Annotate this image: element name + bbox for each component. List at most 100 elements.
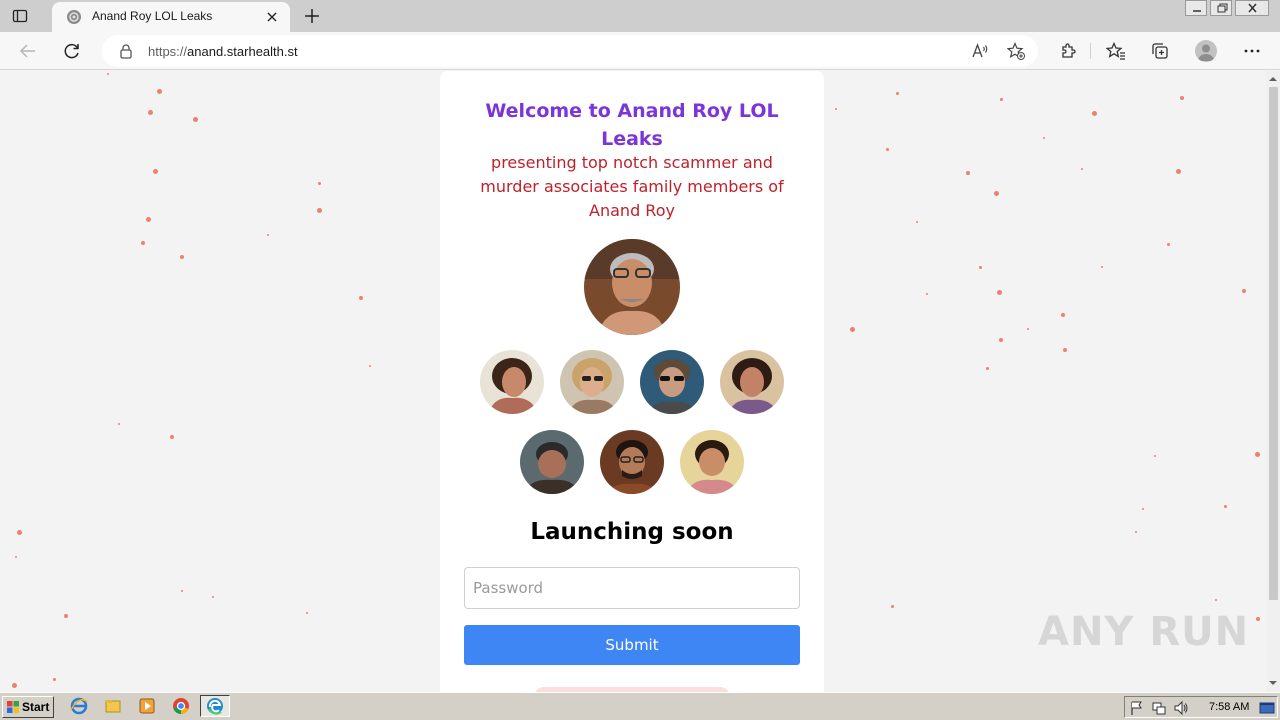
action-center-flag-icon[interactable] — [1129, 700, 1145, 716]
particle-dot — [1224, 505, 1227, 508]
particle-dot — [1000, 98, 1003, 101]
particle-dot — [118, 423, 120, 425]
refresh-icon[interactable] — [62, 41, 82, 61]
scrollbar-thumb[interactable] — [1269, 87, 1278, 600]
tab-actions-icon[interactable] — [12, 8, 28, 24]
particle-dot — [979, 266, 982, 269]
show-desktop-icon[interactable] — [1259, 700, 1275, 716]
tab-close-icon[interactable] — [264, 9, 280, 25]
particle-dot — [359, 296, 363, 300]
toolbar-divider — [1090, 43, 1091, 59]
family-photo-1 — [480, 350, 544, 414]
family-photo-3 — [640, 350, 704, 414]
family-photo-6 — [600, 430, 664, 494]
particle-dot — [1167, 243, 1170, 246]
particle-dot — [850, 327, 855, 332]
favorites-icon[interactable] — [1106, 41, 1126, 61]
particle-dot — [1142, 508, 1144, 510]
password-input[interactable] — [464, 567, 800, 609]
particle-dot — [999, 338, 1003, 342]
particle-dot — [1043, 137, 1045, 139]
particle-dot — [170, 435, 174, 439]
edge-icon — [207, 698, 223, 715]
chrome-icon[interactable] — [172, 697, 190, 715]
edge-taskbar-button[interactable] — [200, 695, 230, 717]
particle-dot — [180, 255, 184, 259]
browser-tab[interactable]: Anand Roy LOL Leaks — [52, 2, 290, 32]
file-explorer-icon[interactable] — [104, 697, 122, 715]
back-icon[interactable] — [18, 41, 38, 61]
particle-dot — [835, 108, 837, 110]
family-photo-5 — [520, 430, 584, 494]
browser-tab-strip: Anand Roy LOL Leaks — [0, 0, 1280, 32]
particle-dot — [157, 89, 162, 94]
tab-title: Anand Roy LOL Leaks — [92, 9, 213, 23]
particle-dot — [53, 678, 56, 681]
network-icon[interactable] — [1151, 700, 1167, 716]
particle-dot — [107, 73, 109, 75]
read-aloud-icon[interactable] — [971, 42, 989, 60]
scroll-up-icon[interactable] — [1269, 75, 1277, 83]
particle-dot — [267, 234, 269, 236]
particle-dot — [1063, 348, 1067, 352]
particle-dot — [306, 612, 308, 614]
particle-dot — [64, 614, 68, 618]
welcome-title: Welcome to Anand Roy LOL Leaks — [485, 100, 779, 150]
particle-dot — [997, 290, 1002, 295]
volume-icon[interactable] — [1173, 700, 1189, 716]
windows-taskbar: Start 7:58 AM — [0, 692, 1280, 720]
particle-dot — [1027, 328, 1029, 330]
extensions-icon[interactable] — [1058, 41, 1078, 61]
particle-dot — [1101, 266, 1103, 268]
particle-dot — [1092, 111, 1097, 116]
start-label: Start — [22, 700, 50, 714]
site-favicon-icon — [67, 10, 81, 24]
internet-explorer-icon[interactable] — [70, 697, 88, 715]
url-scheme: https:// — [148, 44, 188, 59]
particle-dot — [994, 191, 999, 196]
minimize-icon — [1193, 10, 1201, 12]
close-window-button[interactable] — [1235, 0, 1269, 16]
add-favorite-icon[interactable] — [1007, 42, 1025, 60]
family-photo-2 — [560, 350, 624, 414]
new-tab-icon[interactable] — [302, 6, 322, 26]
launching-heading: Launching soon — [530, 519, 734, 545]
address-bar[interactable]: https://anand.starhealth.st — [102, 35, 1038, 67]
particle-dot — [926, 293, 928, 295]
particle-dot — [318, 182, 321, 185]
media-player-icon[interactable] — [138, 697, 156, 715]
profile-avatar[interactable] — [1195, 40, 1217, 62]
particle-dot — [15, 556, 17, 558]
particle-dot — [141, 241, 145, 245]
particle-dot — [193, 117, 198, 122]
particle-dot — [1256, 617, 1260, 621]
particle-dot — [12, 683, 17, 688]
particle-dot — [966, 171, 970, 175]
particle-dot — [1081, 168, 1083, 170]
page-scrollbar[interactable] — [1266, 71, 1280, 692]
particle-dot — [148, 110, 153, 115]
browser-toolbar: https://anand.starhealth.st — [0, 32, 1280, 70]
restore-icon — [1217, 3, 1228, 13]
particle-dot — [986, 367, 989, 370]
minimize-button[interactable] — [1185, 0, 1207, 16]
collections-icon[interactable] — [1150, 41, 1170, 61]
start-button[interactable]: Start — [2, 696, 54, 718]
submit-button[interactable]: Submit — [464, 625, 800, 665]
particle-dot — [1242, 289, 1246, 293]
particle-dot — [369, 365, 371, 367]
landing-card: Welcome to Anand Roy LOL Leaks presentin… — [440, 71, 824, 692]
particle-dot — [146, 217, 151, 222]
particle-dot — [891, 605, 894, 608]
particle-dot — [1061, 313, 1065, 317]
scroll-down-icon[interactable] — [1269, 679, 1277, 687]
profile-person-icon — [1198, 44, 1214, 61]
page-viewport: Welcome to Anand Roy LOL Leaks presentin… — [0, 71, 1280, 692]
lock-icon[interactable] — [118, 43, 134, 59]
particle-dot — [1180, 96, 1184, 100]
anyrun-watermark: ANY RUN — [1038, 609, 1250, 655]
restore-button[interactable] — [1210, 0, 1232, 16]
particle-dot — [886, 148, 889, 151]
taskbar-clock: 7:58 AM — [1209, 701, 1250, 713]
more-options-icon[interactable] — [1242, 41, 1262, 61]
